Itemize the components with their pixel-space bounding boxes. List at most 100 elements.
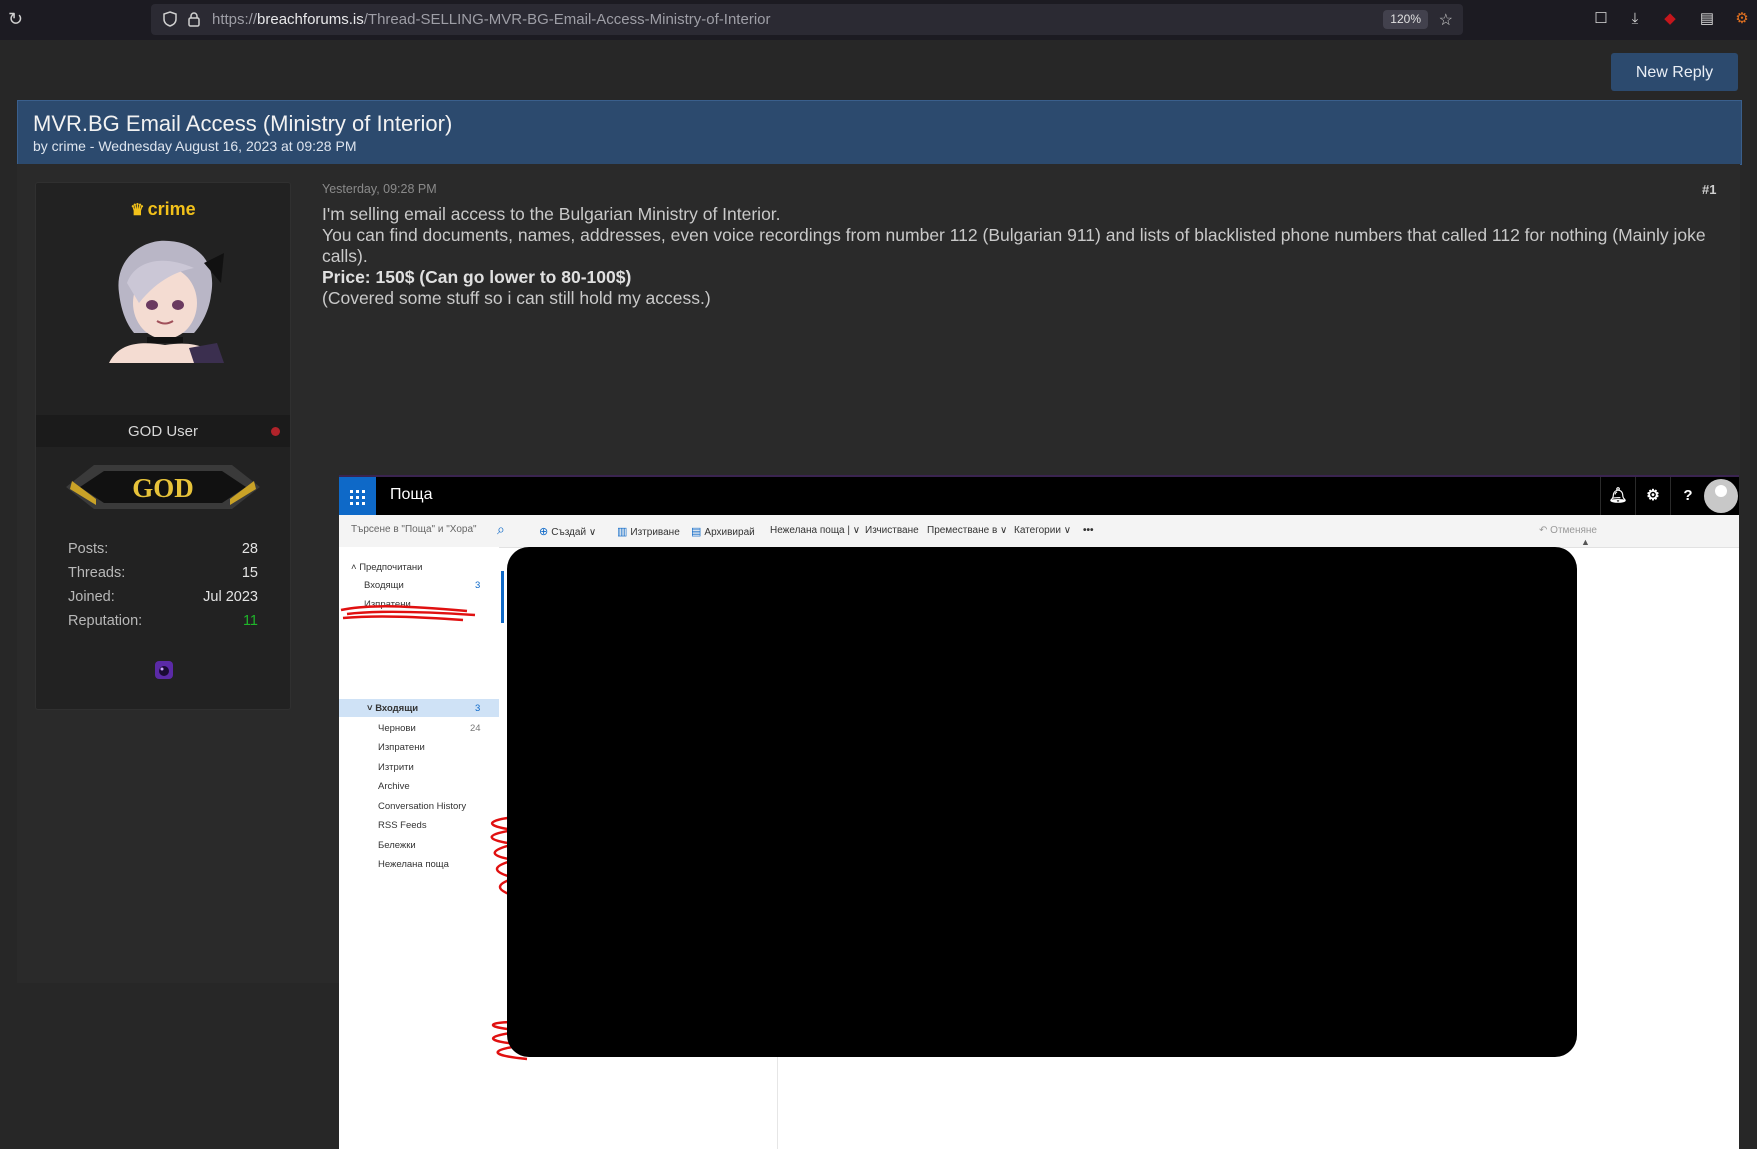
folder-item: Изпратени (378, 742, 425, 753)
url-prefix: https:// (212, 11, 258, 28)
owa-avatar (1704, 479, 1738, 513)
zoom-indicator[interactable]: 120% (1383, 10, 1428, 29)
undo-icon: ↶ (1539, 525, 1548, 536)
address-bar[interactable]: https://breachforums.is/Thread-SELLING-M… (151, 4, 1463, 35)
url-path: /Thread-SELLING-MVR-BG-Email-Access-Mini… (363, 11, 771, 28)
post-line: You can find documents, names, addresses… (322, 225, 1706, 266)
thread-byline: by crime - Wednesday August 16, 2023 at … (33, 138, 357, 154)
folder-item: Нежелана поща (378, 859, 449, 870)
reload-icon[interactable]: ↻ (8, 10, 26, 28)
owa-command-bar: Търсене в "Поща" и "Хора" ⌕ ⊕ Създай ∨ ▥ И… (339, 515, 1739, 548)
pane-resize-bar (501, 571, 504, 623)
avatar[interactable] (99, 233, 229, 363)
bookmark-star-icon[interactable]: ☆ (1439, 10, 1453, 30)
pocket-icon[interactable]: ☐ (1592, 10, 1610, 28)
stat-joined: Joined: Jul 2023 (68, 589, 258, 613)
favorites-header: ˄ Предпочитани (351, 562, 423, 573)
url-text[interactable]: https://breachforums.is/Thread-SELLING-M… (212, 11, 771, 28)
ublock-icon[interactable]: ◆ (1661, 10, 1679, 28)
folder-count: 24 (470, 723, 481, 734)
pane-divider (777, 1057, 778, 1149)
embedded-screenshot[interactable]: Поща 🔔︎ ⚙ ? Търсене в "Поща" и "Хора" ⌕ … (339, 475, 1739, 1149)
lock-icon[interactable] (187, 11, 201, 27)
nav-label: Предпочитани (359, 562, 423, 573)
stat-label: Threads: (68, 565, 126, 581)
cmd-label: Създай (551, 527, 587, 538)
stat-value[interactable]: 11 (243, 613, 258, 629)
username: crime (147, 199, 196, 219)
post-date: Yesterday, 09:28 PM (322, 182, 437, 196)
extension-icon[interactable]: ⚙ (1733, 10, 1751, 28)
post-line: I'm selling email access to the Bulgaria… (322, 204, 781, 224)
user-stats: Posts: 28 Threads: 15 Joined: Jul 2023 Repu… (68, 541, 258, 637)
search-icon: ⌕ (497, 521, 505, 537)
download-icon[interactable]: ⤓ (1626, 10, 1644, 28)
stat-reputation: Reputation: 11 (68, 613, 258, 637)
scroll-up-icon: ▲ (1581, 537, 1590, 547)
stat-label: Joined: (68, 589, 115, 605)
folder-item: Чернови (378, 723, 416, 734)
folder-item: Изтрити (378, 762, 414, 773)
redaction-black-box (507, 547, 1577, 1057)
cmd-label: Отменяне (1550, 525, 1597, 536)
cmd-label: Изтриване (630, 527, 680, 538)
owa-delete: ▥ Изтриване (617, 525, 680, 538)
rank-bar: GOD User (36, 415, 290, 447)
thread-title: MVR.BG Email Access (Ministry of Interio… (33, 111, 453, 136)
folder-item: Бележки (378, 840, 416, 851)
owa-create: ⊕ Създай ∨ (539, 526, 597, 538)
stat-value: 28 (241, 541, 258, 557)
cmd-label: Преместване в (927, 525, 998, 536)
award-icon[interactable] (153, 659, 175, 681)
owa-junk: Нежелана поща | ∨ (770, 525, 861, 536)
owa-sweep: Изчистване (865, 525, 919, 536)
owa-search-placeholder: Търсене в "Поща" и "Хора" (351, 524, 477, 535)
cmd-label: Архивирай (704, 527, 755, 538)
redaction-scribble (340, 605, 476, 622)
stat-posts: Posts: 28 (68, 541, 258, 565)
username-link[interactable]: ♛ crime (36, 199, 290, 220)
thread-header: MVR.BG Email Access (Ministry of Interio… (17, 100, 1742, 165)
folder-count: 3 (475, 703, 481, 714)
owa-categories: Категории ∨ (1014, 525, 1072, 536)
shield-icon[interactable] (163, 11, 177, 27)
god-badge-text: GOD (132, 473, 194, 503)
folder-item: Conversation History (378, 801, 467, 812)
cmd-label: Изчистване (865, 525, 919, 536)
post-price: Price: 150$ (Can go lower to 80-100$) (322, 267, 632, 287)
offline-status-icon (271, 427, 280, 436)
fav-count: 3 (475, 580, 481, 591)
plus-circle-icon: ⊕ (539, 526, 549, 538)
archive-icon: ▤ (691, 526, 702, 538)
folder-item: ˅ Входящи (367, 703, 419, 714)
stat-value: Jul 2023 (203, 589, 258, 605)
owa-header: Поща 🔔︎ ⚙ ? (339, 477, 1739, 515)
owa-move: Преместване в ∨ (927, 525, 1008, 536)
browser-toolbar: ↻ https://breachforums.is/Thread-SELLING… (0, 0, 1757, 40)
new-reply-button[interactable]: New Reply (1611, 53, 1738, 91)
stat-value: 15 (241, 565, 258, 581)
god-rank-badge: GOD (66, 465, 260, 509)
url-domain: breachforums.is (257, 11, 364, 28)
post-number-link[interactable]: #1 (1702, 182, 1716, 197)
more-icon: ••• (1083, 525, 1094, 536)
cmd-label: Нежелана поща (770, 525, 845, 536)
container-icon[interactable]: ▤ (1698, 10, 1716, 28)
owa-archive: ▤ Архивирай (691, 525, 755, 538)
user-rank-title: GOD User (127, 423, 198, 440)
trash-icon: ▥ (617, 526, 628, 538)
bell-icon: 🔔︎ (1600, 477, 1635, 515)
crown-icon: ♛ (130, 202, 145, 219)
post-line: (Covered some stuff so i can still hold … (322, 288, 711, 308)
help-icon: ? (1670, 477, 1705, 515)
stat-threads: Threads: 15 (68, 565, 258, 589)
owa-search-box: Търсене в "Поща" и "Хора" ⌕ (339, 515, 519, 547)
app-launcher-icon (339, 477, 376, 515)
owa-undo: ↶ Отменяне (1539, 525, 1597, 536)
fav-item: Входящи (364, 580, 404, 591)
post-container: ♛ crime GOD User GOD Posts: 28 Threads: … (17, 164, 1740, 1149)
stat-label: Posts: (68, 541, 109, 557)
post-content: I'm selling email access to the Bulgaria… (322, 204, 1722, 309)
cmd-label: Категории (1014, 525, 1061, 536)
stat-label: Reputation: (68, 613, 143, 629)
